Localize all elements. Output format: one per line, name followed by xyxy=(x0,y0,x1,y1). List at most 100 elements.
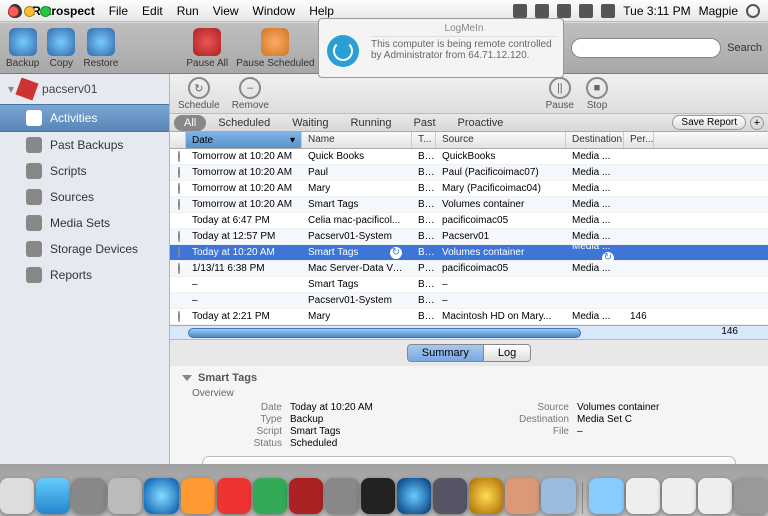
filter-tab-all[interactable]: All xyxy=(174,115,206,131)
scrollbar-thumb[interactable] xyxy=(188,328,581,338)
pause-scheduled-button[interactable]: Pause Scheduled xyxy=(236,28,314,69)
sidebar-item-activities[interactable]: Activities xyxy=(0,104,169,132)
cell-type: Ba... xyxy=(412,247,436,258)
table-row[interactable]: Today at 10:20 AMSmart Tags↻Ba...Volumes… xyxy=(170,245,768,261)
table-row[interactable]: Today at 12:57 PMPacserv01-SystemBa...Pa… xyxy=(170,229,768,245)
table-row[interactable]: Today at 6:47 PMCelia mac-pacificol...Ba… xyxy=(170,213,768,229)
pause-button[interactable]: ||Pause xyxy=(546,77,574,111)
dock-app-icon[interactable] xyxy=(253,478,287,514)
table-row[interactable]: –Pacserv01-SystemBa...– xyxy=(170,293,768,309)
pause-all-button[interactable]: Pause All xyxy=(186,28,228,69)
filter-tab-proactive[interactable]: Proactive xyxy=(448,115,514,131)
close-window-button[interactable] xyxy=(8,6,19,17)
minimize-window-button[interactable] xyxy=(24,6,35,17)
table-row[interactable]: Today at 2:21 PMMaryBa...Macintosh HD on… xyxy=(170,309,768,325)
restore-button[interactable]: Restore xyxy=(83,28,118,69)
disclosure-icon[interactable] xyxy=(182,375,192,381)
dock-app-icon[interactable] xyxy=(469,478,503,514)
menu-file[interactable]: File xyxy=(109,4,128,18)
remove-button[interactable]: –Remove xyxy=(232,77,269,111)
filter-tab-waiting[interactable]: Waiting xyxy=(282,115,338,131)
sidebar-item-scripts[interactable]: Scripts xyxy=(0,158,169,184)
dock-app-icon[interactable] xyxy=(72,478,106,514)
dock-app-icon[interactable] xyxy=(325,478,359,514)
table-row[interactable]: Tomorrow at 10:20 AMPaulBa...Paul (Pacif… xyxy=(170,165,768,181)
schedule-button[interactable]: ↻Schedule xyxy=(178,77,220,111)
table-row[interactable]: Tomorrow at 10:20 AMSmart TagsBa...Volum… xyxy=(170,197,768,213)
backup-button[interactable]: Backup xyxy=(6,28,39,69)
tab-summary[interactable]: Summary xyxy=(407,344,484,362)
table-row[interactable]: –Smart TagsBa...– xyxy=(170,277,768,293)
cell-source: Mary (Pacificoimac04) xyxy=(436,183,566,194)
menubar-clock[interactable]: Tue 3:11 PM xyxy=(623,4,690,18)
menuextra-icon[interactable] xyxy=(513,4,527,18)
save-report-button[interactable]: Save Report xyxy=(672,115,746,130)
dock-finder-icon[interactable] xyxy=(36,478,70,514)
table-row[interactable]: Tomorrow at 10:20 AMQuick BooksBa...Quic… xyxy=(170,149,768,165)
cell-date: Tomorrow at 10:20 AM xyxy=(186,151,302,162)
logmein-notification: LogMeIn This computer is being remote co… xyxy=(318,18,564,78)
sidebar-item-past-backups[interactable]: Past Backups xyxy=(0,132,169,158)
cell-destination: Media ... xyxy=(566,311,624,322)
dock-app-icon[interactable] xyxy=(144,478,178,514)
sidebar-item-storage-devices[interactable]: Storage Devices xyxy=(0,236,169,262)
dock-stack-icon[interactable] xyxy=(698,478,732,514)
table-row[interactable]: 1/13/11 6:38 PMMac Server-Data Vol...Pr.… xyxy=(170,261,768,277)
dock-app-icon[interactable] xyxy=(289,478,323,514)
dock-itunes-icon[interactable] xyxy=(397,478,431,514)
pause-icon: || xyxy=(549,77,571,99)
dock-app-icon[interactable] xyxy=(541,478,575,514)
dock-app-icon[interactable] xyxy=(181,478,215,514)
horizontal-scrollbar[interactable]: 146 xyxy=(170,325,768,339)
zoom-window-button[interactable] xyxy=(40,6,51,17)
stop-button[interactable]: ■Stop xyxy=(586,77,608,111)
col-status[interactable] xyxy=(170,132,186,148)
menu-window[interactable]: Window xyxy=(253,4,296,18)
col-performance[interactable]: Per... xyxy=(624,132,654,148)
col-date[interactable]: Date▾ xyxy=(186,132,302,148)
dock-app-icon[interactable] xyxy=(0,478,34,514)
menuextra-icon[interactable] xyxy=(557,4,571,18)
sidebar-item-media-sets[interactable]: Media Sets xyxy=(0,210,169,236)
dock-app-icon[interactable] xyxy=(433,478,467,514)
col-type[interactable]: T... xyxy=(412,132,436,148)
menu-help[interactable]: Help xyxy=(309,4,334,18)
menu-view[interactable]: View xyxy=(213,4,239,18)
menu-edit[interactable]: Edit xyxy=(142,4,163,18)
disclosure-triangle-icon[interactable]: ▾ xyxy=(8,82,14,96)
cell-date: – xyxy=(186,295,302,306)
dock-stack-icon[interactable] xyxy=(626,478,660,514)
filter-tab-scheduled[interactable]: Scheduled xyxy=(208,115,280,131)
add-button[interactable]: + xyxy=(750,116,764,130)
dock-app-icon[interactable] xyxy=(505,478,539,514)
cell-name: Quick Books xyxy=(302,151,412,162)
dock-app-icon[interactable] xyxy=(108,478,142,514)
filter-tab-past[interactable]: Past xyxy=(404,115,446,131)
search-input[interactable] xyxy=(571,38,721,58)
menubar-user[interactable]: Magpie xyxy=(699,4,738,18)
col-destination[interactable]: Destination xyxy=(566,132,624,148)
status-icon xyxy=(178,199,180,210)
menuextra-icon[interactable] xyxy=(579,4,593,18)
spotlight-icon[interactable] xyxy=(746,4,760,18)
copy-button[interactable]: Copy xyxy=(47,28,75,69)
sidebar-item-reports[interactable]: Reports xyxy=(0,262,169,288)
dock-terminal-icon[interactable] xyxy=(361,478,395,514)
dock-folder-icon[interactable] xyxy=(589,478,623,514)
menu-run[interactable]: Run xyxy=(177,4,199,18)
col-source[interactable]: Source xyxy=(436,132,566,148)
menuextra-icon[interactable] xyxy=(601,4,615,18)
menuextra-icon[interactable] xyxy=(535,4,549,18)
dock-trash-icon[interactable] xyxy=(734,478,768,514)
table-row[interactable]: Tomorrow at 10:20 AMMaryBa...Mary (Pacif… xyxy=(170,181,768,197)
cell-type: Ba... xyxy=(412,231,436,242)
dock-app-icon[interactable] xyxy=(217,478,251,514)
dock-stack-icon[interactable] xyxy=(662,478,696,514)
tab-log[interactable]: Log xyxy=(484,344,531,362)
content-pane: ↻Schedule –Remove ||Pause ■Stop AllSched… xyxy=(170,74,768,464)
cell-date: Tomorrow at 10:20 AM xyxy=(186,183,302,194)
sidebar-server[interactable]: ▾ pacserv01 xyxy=(0,74,169,104)
filter-tab-running[interactable]: Running xyxy=(341,115,402,131)
sidebar-item-sources[interactable]: Sources xyxy=(0,184,169,210)
col-name[interactable]: Name xyxy=(302,132,412,148)
